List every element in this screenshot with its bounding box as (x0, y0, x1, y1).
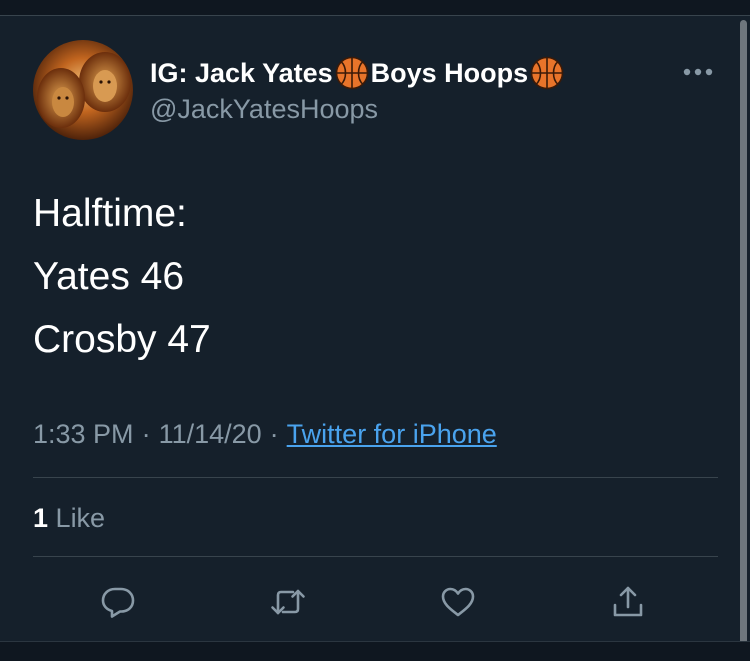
reply-icon (101, 587, 135, 618)
share-button[interactable] (606, 580, 650, 624)
tweet-time[interactable]: 1:33 PM (33, 419, 134, 449)
like-icon (441, 587, 475, 617)
tweet-text-line: Yates 46 (33, 255, 185, 298)
tweet-date[interactable]: 11/14/20 (159, 419, 262, 449)
meta-separator: · (141, 419, 151, 449)
basketball-icon (335, 56, 368, 90)
display-name[interactable]: IG: Jack Yates Boys Hoops (150, 56, 566, 90)
more-options-button[interactable] (680, 58, 716, 86)
tweet-metadata: 1:33 PM · 11/14/20 · Twitter for iPhone (33, 417, 497, 451)
user-handle[interactable]: @JackYatesHoops (150, 93, 378, 125)
tweet-source-link[interactable]: Twitter for iPhone (287, 419, 497, 449)
retweet-icon (271, 589, 305, 615)
share-icon (613, 586, 643, 617)
avatar[interactable] (33, 40, 133, 140)
likes-label: Like (55, 503, 106, 533)
divider (33, 477, 718, 478)
scrollbar[interactable] (740, 20, 747, 656)
display-name-part-2: Boys Hoops (370, 58, 529, 88)
window-bottom-edge (0, 641, 750, 661)
likes-summary[interactable]: 1 Like (33, 501, 105, 535)
like-button[interactable] (436, 580, 480, 624)
lions-avatar-icon (33, 40, 133, 140)
tweet-text-line: Crosby 47 (33, 318, 211, 361)
tweet-text-line: Halftime: (33, 192, 187, 235)
meta-separator: · (269, 419, 279, 449)
display-name-part-1: IG: Jack Yates (150, 58, 333, 88)
reply-button[interactable] (96, 580, 140, 624)
retweet-button[interactable] (266, 580, 310, 624)
basketball-icon (530, 56, 564, 90)
likes-count: 1 (33, 503, 49, 533)
divider (33, 556, 718, 557)
more-dots-icon (683, 68, 713, 76)
window-top-edge (0, 0, 750, 16)
